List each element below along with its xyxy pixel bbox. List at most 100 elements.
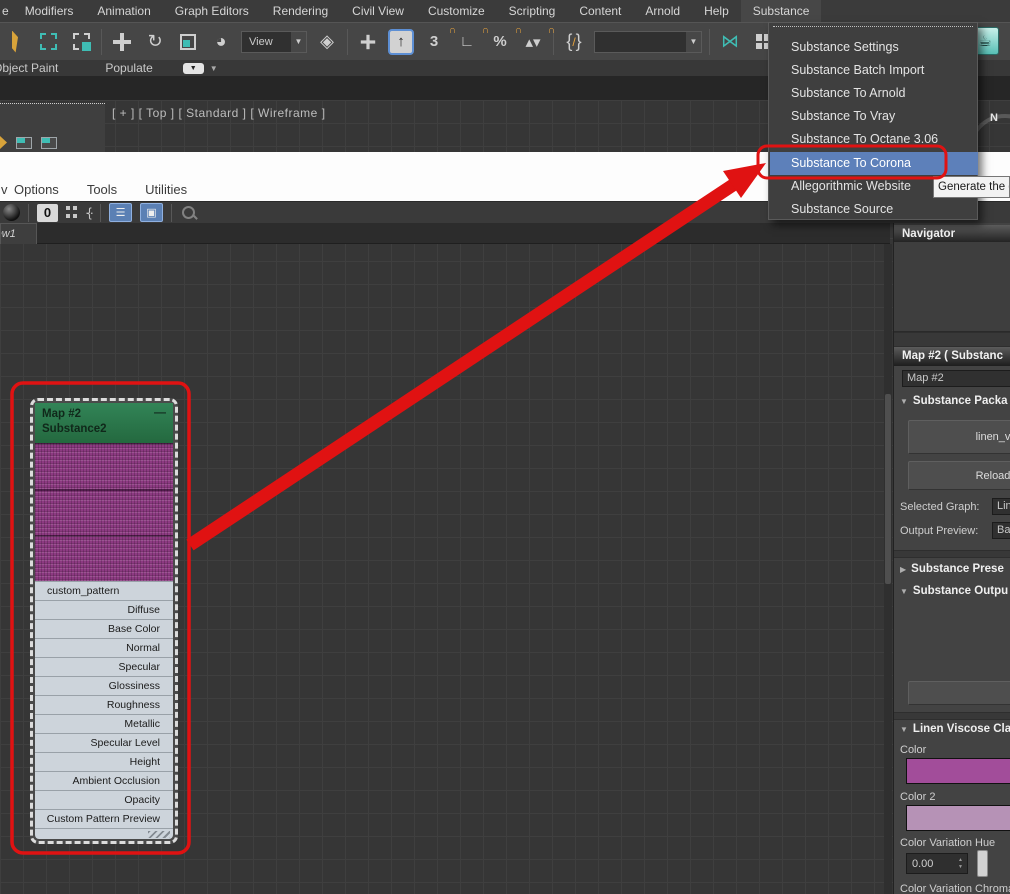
dots-icon[interactable] [66, 206, 77, 219]
node-output-metallic: Metallic [35, 714, 173, 733]
select-manipulate-icon[interactable] [355, 29, 381, 55]
toolbar-separator [101, 29, 102, 55]
reference-coordinate-dropdown[interactable]: View ▼ [241, 31, 307, 53]
menu-item-substance-to-octane[interactable]: Substance To Octane 3.06 [770, 128, 978, 151]
menu-item-rendering[interactable]: Rendering [261, 0, 340, 22]
node-output-specular-level: Specular Level [35, 733, 173, 752]
color-swatch[interactable] [906, 758, 1010, 784]
selected-graph-field[interactable]: Lin [992, 498, 1010, 515]
material-sphere-icon[interactable] [3, 204, 20, 221]
rollout-substance-presets[interactable]: ▶ Substance Prese [900, 563, 1004, 575]
menu-bar: e Modifiers Animation Graph Editors Rend… [0, 0, 1010, 22]
chevron-down-icon: ▼ [291, 32, 306, 52]
substance-node[interactable]: Map #2 Substance2 — custom_pattern Diffu… [30, 398, 178, 844]
named-selection-dropdown[interactable]: ▼ [594, 31, 702, 53]
menu-item-animation[interactable]: Animation [85, 0, 162, 22]
rollout-substance-package[interactable]: ▼ Substance Packa [900, 395, 1008, 407]
output-preview-field[interactable]: Ba [992, 522, 1010, 539]
color2-swatch[interactable] [906, 805, 1010, 831]
node-output-glossiness: Glossiness [35, 676, 173, 695]
spinner-snap-icon[interactable]: ▴▾∩ [520, 29, 546, 55]
menu-item-substance[interactable]: Substance [741, 0, 822, 22]
partial-toolbar-icon[interactable] [2, 29, 28, 55]
color2-label: Color 2 [900, 791, 935, 803]
spinner-arrows-icon[interactable]: ▲▼ [954, 858, 967, 870]
sme-window-top [0, 103, 105, 152]
compass-north-label: N [990, 112, 998, 124]
outputs-empty-button[interactable] [908, 681, 1010, 705]
ribbon-flyout-icon[interactable]: ▼ [183, 63, 204, 74]
select-rotate-icon[interactable]: ↻ [142, 29, 168, 55]
select-move-icon[interactable] [109, 29, 135, 55]
tooltip: Generate the d [933, 176, 1010, 198]
node-output-ambient-occlusion: Ambient Occlusion [35, 771, 173, 790]
sme-menu-options[interactable]: Options [14, 182, 59, 197]
select-place-icon[interactable]: ◕ [208, 29, 234, 55]
ribbon-tab-object-paint[interactable]: Object Paint [0, 61, 58, 75]
resize-handle-icon[interactable] [148, 831, 170, 838]
node-output-specular: Specular [35, 657, 173, 676]
reload-button[interactable]: Reload [908, 461, 1010, 490]
rollout-linen-viscose[interactable]: ▼ Linen Viscose Cla [900, 723, 1010, 735]
scrollbar-thumb[interactable] [885, 394, 891, 584]
menu-item-help[interactable]: Help [692, 0, 741, 22]
tab-view1[interactable]: View1 [0, 223, 37, 244]
parameters-title[interactable]: Map #2 ( Substanc [894, 347, 1010, 366]
menu-item-civil-view[interactable]: Civil View [340, 0, 416, 22]
menu-item-substance-settings[interactable]: Substance Settings [770, 36, 978, 59]
zero-button[interactable]: 0 [37, 204, 58, 222]
select-scale-icon[interactable] [175, 29, 201, 55]
menu-item-graph-editors[interactable]: Graph Editors [163, 0, 261, 22]
zoom-region-icon[interactable] [180, 204, 198, 222]
rollout-substance-outputs[interactable]: ▼ Substance Outpu [900, 585, 1008, 597]
hue-slider-handle[interactable] [977, 850, 988, 877]
menu-item-substance-batch-import[interactable]: Substance Batch Import [770, 59, 978, 82]
chevron-down-icon[interactable]: ▼ [210, 64, 218, 73]
sme-menu-view-partial[interactable]: v [0, 182, 14, 197]
node-header[interactable]: Map #2 Substance2 — [35, 403, 173, 443]
partial-yellow-icon [0, 136, 7, 149]
hue-spinner[interactable]: 0.00 ▲▼ [906, 853, 968, 874]
node-minimize-icon[interactable]: — [154, 405, 166, 419]
viewport-label[interactable]: [ + ] [ Top ] [ Standard ] [ Wireframe ] [112, 106, 326, 120]
triangle-down-icon: ▼ [900, 397, 908, 406]
select-object-icon[interactable] [68, 29, 94, 55]
menu-item-substance-source[interactable]: Substance Source [770, 198, 978, 221]
ribbon-tab-populate[interactable]: Populate [105, 61, 152, 75]
angle-snap-icon[interactable]: ∟∩ [454, 29, 480, 55]
menu-item-substance-to-corona[interactable]: Substance To Corona [770, 152, 978, 175]
up-arrow-toggle-button[interactable]: ↑ [388, 29, 414, 55]
menu-item-partial[interactable]: e [0, 0, 13, 22]
menu-item-customize[interactable]: Customize [416, 0, 497, 22]
sme-right-panel: Navigator Map #2 ( Substanc Map #2 ▼ Sub… [893, 223, 1010, 894]
node-view-scrollbar[interactable] [884, 244, 892, 894]
menu-item-modifiers[interactable]: Modifiers [13, 0, 86, 22]
sme-window-icon-2[interactable] [41, 137, 57, 149]
menu-item-substance-to-vray[interactable]: Substance To Vray [770, 105, 978, 128]
output-preview-label: Output Preview: [900, 525, 978, 537]
menu-item-arnold[interactable]: Arnold [633, 0, 692, 22]
package-file-button[interactable]: linen_v [908, 420, 1010, 454]
menu-item-scripting[interactable]: Scripting [497, 0, 568, 22]
material-name-field[interactable]: Map #2 [902, 370, 1010, 387]
toolbar-separator [171, 204, 172, 222]
show-shaded-material-button[interactable]: ☰ [109, 203, 132, 222]
sme-menu-tools[interactable]: Tools [87, 182, 117, 197]
menu-tearoff-dots[interactable] [773, 26, 973, 27]
node-footer [35, 828, 173, 839]
sme-menu-utilities[interactable]: Utilities [145, 182, 187, 197]
snaps-toggle-icon[interactable]: 3∩ [421, 29, 447, 55]
node-texture-preview[interactable] [35, 443, 173, 581]
mirror-icon[interactable]: ⋈ [717, 29, 743, 55]
node-layout-icon[interactable]: ·{· [85, 205, 92, 220]
navigator-body[interactable] [894, 242, 1010, 332]
select-region-icon[interactable] [35, 29, 61, 55]
show-background-button[interactable]: ▣ [140, 203, 163, 222]
percent-snap-icon[interactable]: %∩ [487, 29, 513, 55]
maxscript-icon[interactable]: {/} [561, 29, 587, 55]
menu-item-content[interactable]: Content [567, 0, 633, 22]
sme-window-icon[interactable] [16, 137, 32, 149]
menu-item-substance-to-arnold[interactable]: Substance To Arnold [770, 82, 978, 105]
reference-coordinate-value: View [242, 36, 291, 48]
use-pivot-center-icon[interactable]: ◈ [314, 29, 340, 55]
